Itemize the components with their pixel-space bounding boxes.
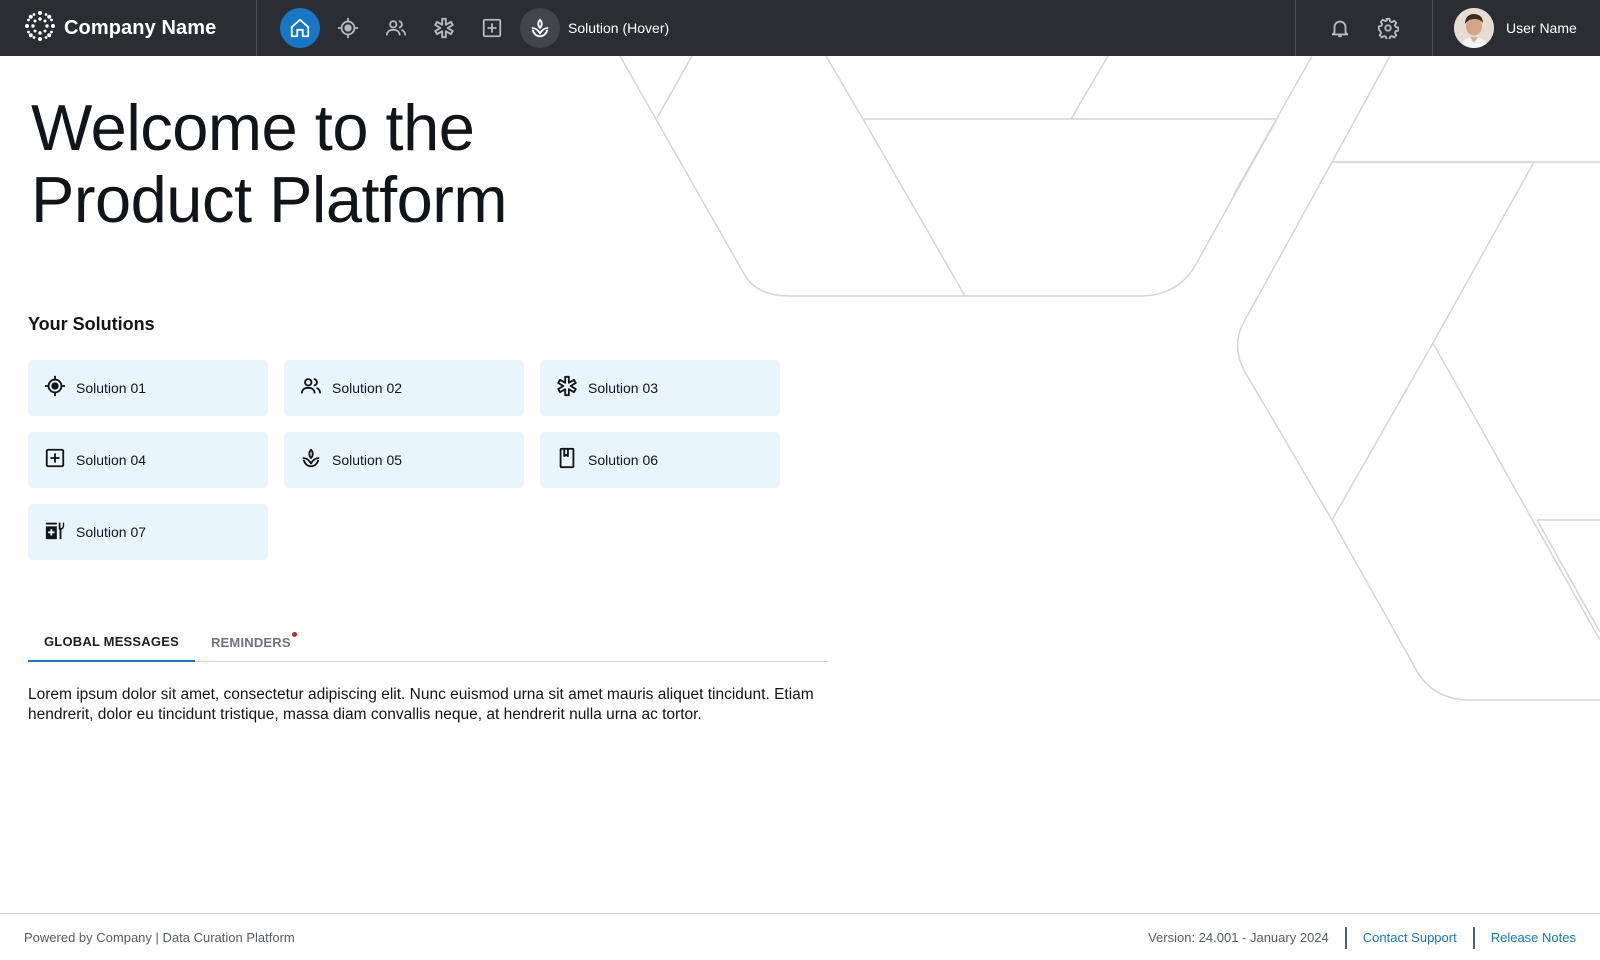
people-icon xyxy=(300,375,322,402)
footer: Powered by Company | Data Curation Platf… xyxy=(0,913,1600,960)
nav-solution-01-button[interactable] xyxy=(328,8,368,48)
tab-reminders[interactable]: REMINDERS xyxy=(195,622,307,662)
plant-icon xyxy=(529,17,551,39)
notification-dot xyxy=(291,632,297,637)
nav-solution-02-button[interactable] xyxy=(376,8,416,48)
footer-powered-by: Powered by Company | Data Curation Platf… xyxy=(24,930,295,945)
solution-label: Solution 01 xyxy=(76,380,147,396)
solution-label: Solution 04 xyxy=(76,452,147,468)
gear-icon xyxy=(1377,17,1399,39)
contact-support-link[interactable]: Contact Support xyxy=(1344,926,1473,949)
home-icon xyxy=(289,17,311,39)
people-icon xyxy=(385,17,407,39)
solutions-grid: Solution 01 Solution 02 Solution 03 Solu… xyxy=(28,360,780,560)
top-navigation-bar: Company Name Solution (Hover) User Name xyxy=(0,0,1600,56)
nav-solution-04-button[interactable] xyxy=(472,8,512,48)
avatar xyxy=(1454,8,1494,48)
version-text: Version: 24.001 - January 2024 xyxy=(1148,930,1329,945)
solution-card-07[interactable]: Solution 07 xyxy=(28,504,268,560)
header-divider xyxy=(1295,0,1296,56)
global-message-text: Lorem ipsum dolor sit amet, consectetur … xyxy=(28,686,814,723)
target-icon xyxy=(337,17,359,39)
tab-label: REMINDERS xyxy=(210,634,291,650)
home-button[interactable] xyxy=(280,8,320,48)
user-menu[interactable]: User Name xyxy=(1454,0,1577,56)
plus-square-icon xyxy=(44,447,66,474)
page-title-line-1: Welcome to the xyxy=(31,91,475,164)
company-name: Company Name xyxy=(64,16,217,39)
notifications-button[interactable] xyxy=(1320,8,1360,48)
message-tabs: GLOBAL MESSAGES REMINDERS xyxy=(28,622,828,662)
header-divider xyxy=(1432,0,1433,56)
solution-label: Solution 05 xyxy=(332,452,403,468)
nav-hover-label: Solution (Hover) xyxy=(568,20,670,36)
asterisk-icon xyxy=(433,17,455,39)
nav-solution-05-button[interactable] xyxy=(520,8,560,48)
your-solutions-heading: Your Solutions xyxy=(28,314,155,334)
tab-label: GLOBAL MESSAGES xyxy=(44,633,179,649)
asterisk-icon xyxy=(556,375,578,402)
user-name: User Name xyxy=(1506,20,1577,36)
solution-card-01[interactable]: Solution 01 xyxy=(28,360,268,416)
solution-card-05[interactable]: Solution 05 xyxy=(284,432,524,488)
solution-label: Solution 03 xyxy=(588,380,659,396)
bookmark-icon xyxy=(556,447,578,474)
company-logo-icon xyxy=(24,10,56,47)
nav-solution-03-button[interactable] xyxy=(424,8,464,48)
plant-icon xyxy=(300,447,322,474)
solution-card-04[interactable]: Solution 04 xyxy=(28,432,268,488)
settings-button[interactable] xyxy=(1368,8,1408,48)
page-title-line-2: Product Platform xyxy=(31,163,508,236)
plus-square-icon xyxy=(481,17,503,39)
bell-icon xyxy=(1329,17,1351,39)
target-icon xyxy=(44,375,66,402)
solution-nav: Solution (Hover) xyxy=(280,0,669,56)
solution-label: Solution 02 xyxy=(332,380,403,396)
solution-label: Solution 07 xyxy=(76,524,147,540)
solution-card-03[interactable]: Solution 03 xyxy=(540,360,780,416)
brand[interactable]: Company Name xyxy=(24,0,216,56)
solution-label: Solution 06 xyxy=(588,452,659,468)
page-title: Welcome to the Product Platform xyxy=(31,92,671,236)
footer-links: Version: 24.001 - January 2024 Contact S… xyxy=(1148,914,1576,960)
solution-card-02[interactable]: Solution 02 xyxy=(284,360,524,416)
tab-global-messages[interactable]: GLOBAL MESSAGES xyxy=(28,622,195,662)
release-notes-link[interactable]: Release Notes xyxy=(1472,926,1576,949)
medical-kit-icon xyxy=(44,519,66,546)
solution-card-06[interactable]: Solution 06 xyxy=(540,432,780,488)
header-divider xyxy=(256,0,257,56)
